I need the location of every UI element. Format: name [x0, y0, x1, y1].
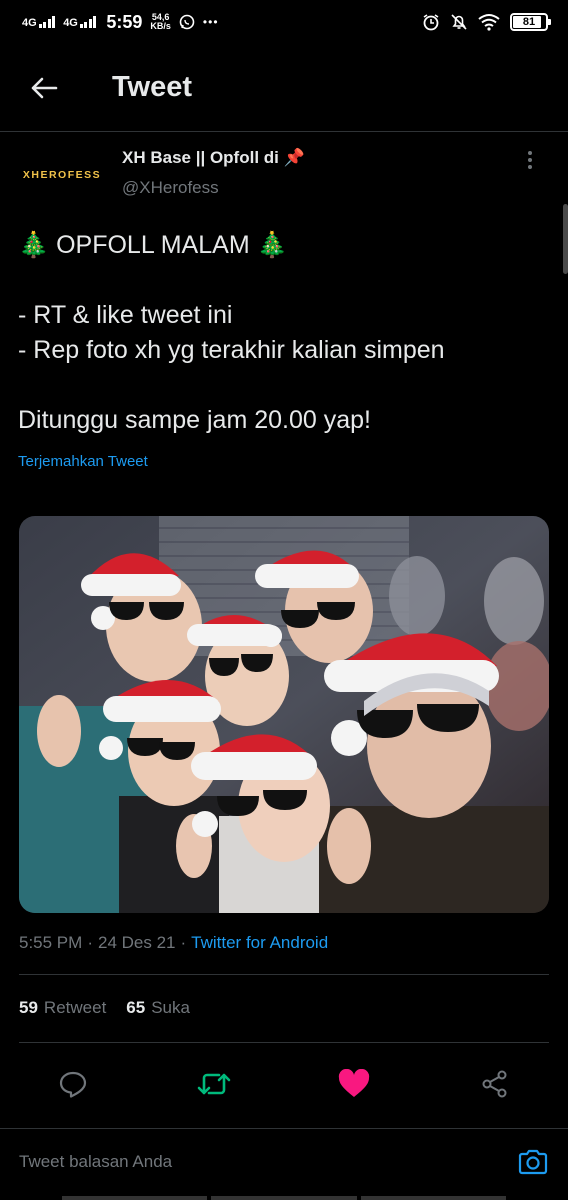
tweet-line	[18, 263, 548, 298]
page-title: Tweet	[112, 71, 193, 103]
network-type-label: 4G	[63, 17, 78, 29]
author-handle[interactable]: @XHerofess	[122, 178, 305, 198]
more-notifications-icon: •••	[202, 15, 219, 29]
more-options-button[interactable]	[520, 147, 540, 177]
group-photo-image	[19, 516, 549, 913]
mute-bell-icon	[451, 14, 467, 30]
reply-button[interactable]	[55, 1066, 91, 1102]
divider	[19, 974, 549, 975]
signal-indicator-2: 4G	[63, 16, 97, 29]
tweet-line: Ditunggu sampe jam 20.00 yap!	[18, 406, 371, 434]
reply-bar	[0, 1128, 568, 1194]
whatsapp-icon	[179, 14, 195, 30]
heart-icon	[339, 1069, 370, 1097]
tweet-time: 5:55 PM	[19, 933, 83, 952]
tweet-line	[18, 368, 548, 403]
tweet-text: 🎄 OPFOLL MALAM 🎄 - RT & like tweet ini -…	[18, 228, 548, 438]
retweets-stat[interactable]: 59 Retweet	[19, 998, 106, 1018]
tweet-source-link[interactable]: Twitter for Android	[191, 933, 328, 953]
tweet-actions	[0, 1054, 568, 1114]
meta-separator: ·	[180, 933, 187, 952]
top-app-bar: Tweet	[0, 44, 568, 132]
arrow-left-icon	[31, 77, 58, 98]
signal-bars-icon	[79, 16, 97, 28]
like-count: 65	[126, 998, 146, 1017]
tweet-photo[interactable]	[19, 516, 549, 913]
divider	[19, 1042, 549, 1043]
status-bar: 4G 4G 5:59 54,6 KB/s ••• 81	[0, 0, 568, 44]
battery-level: 81	[522, 16, 536, 28]
camera-icon	[518, 1149, 548, 1174]
tweet-stats: 59 Retweet 65 Suka	[19, 998, 190, 1018]
reply-icon	[59, 1071, 87, 1098]
retweet-count: 59	[19, 998, 38, 1017]
scrollbar[interactable]	[563, 204, 568, 274]
author-name[interactable]: XH Base || Opfoll di 📌	[122, 148, 305, 168]
camera-button[interactable]	[516, 1145, 550, 1179]
retweet-icon	[197, 1073, 230, 1095]
avatar[interactable]: XHEROFESS	[18, 145, 106, 205]
back-button[interactable]	[14, 58, 74, 118]
tweet-line: - RT & like tweet ini	[18, 301, 233, 329]
signal-indicator-1: 4G	[22, 16, 56, 29]
avatar-logo-text: XHEROFESS	[22, 169, 102, 181]
translate-tweet-link[interactable]: Terjemahkan Tweet	[18, 453, 148, 470]
network-type-label: 4G	[22, 17, 37, 29]
wifi-icon	[478, 14, 500, 31]
tweet-line: - Rep foto xh yg terakhir kalian simpen	[18, 336, 445, 364]
meta-separator: ·	[87, 933, 93, 952]
network-speed: 54,6 KB/s	[150, 13, 171, 31]
signal-bars-icon	[38, 16, 56, 28]
like-label: Suka	[151, 998, 190, 1017]
like-button[interactable]	[336, 1066, 372, 1102]
tweet-line: 🎄 OPFOLL MALAM 🎄	[18, 231, 288, 259]
more-vertical-icon	[528, 151, 532, 169]
alarm-icon	[423, 14, 439, 31]
reply-input[interactable]	[19, 1151, 459, 1172]
network-speed-unit: KB/s	[150, 21, 171, 31]
battery-indicator: 81	[510, 13, 551, 31]
tweet-date: 24 Des 21	[97, 933, 176, 952]
tweet-meta: 5:55 PM · 24 Des 21 · Twitter for Androi…	[19, 933, 328, 953]
status-time: 5:59	[106, 11, 143, 32]
gesture-nav-hint	[62, 1196, 506, 1200]
retweet-label: Retweet	[43, 998, 107, 1017]
tweet-author: XHEROFESS XH Base || Opfoll di 📌 @XHerof…	[18, 145, 550, 205]
share-button[interactable]	[477, 1066, 513, 1102]
retweet-button[interactable]	[196, 1066, 232, 1102]
share-icon	[482, 1070, 507, 1098]
likes-stat[interactable]: 65 Suka	[126, 998, 190, 1018]
